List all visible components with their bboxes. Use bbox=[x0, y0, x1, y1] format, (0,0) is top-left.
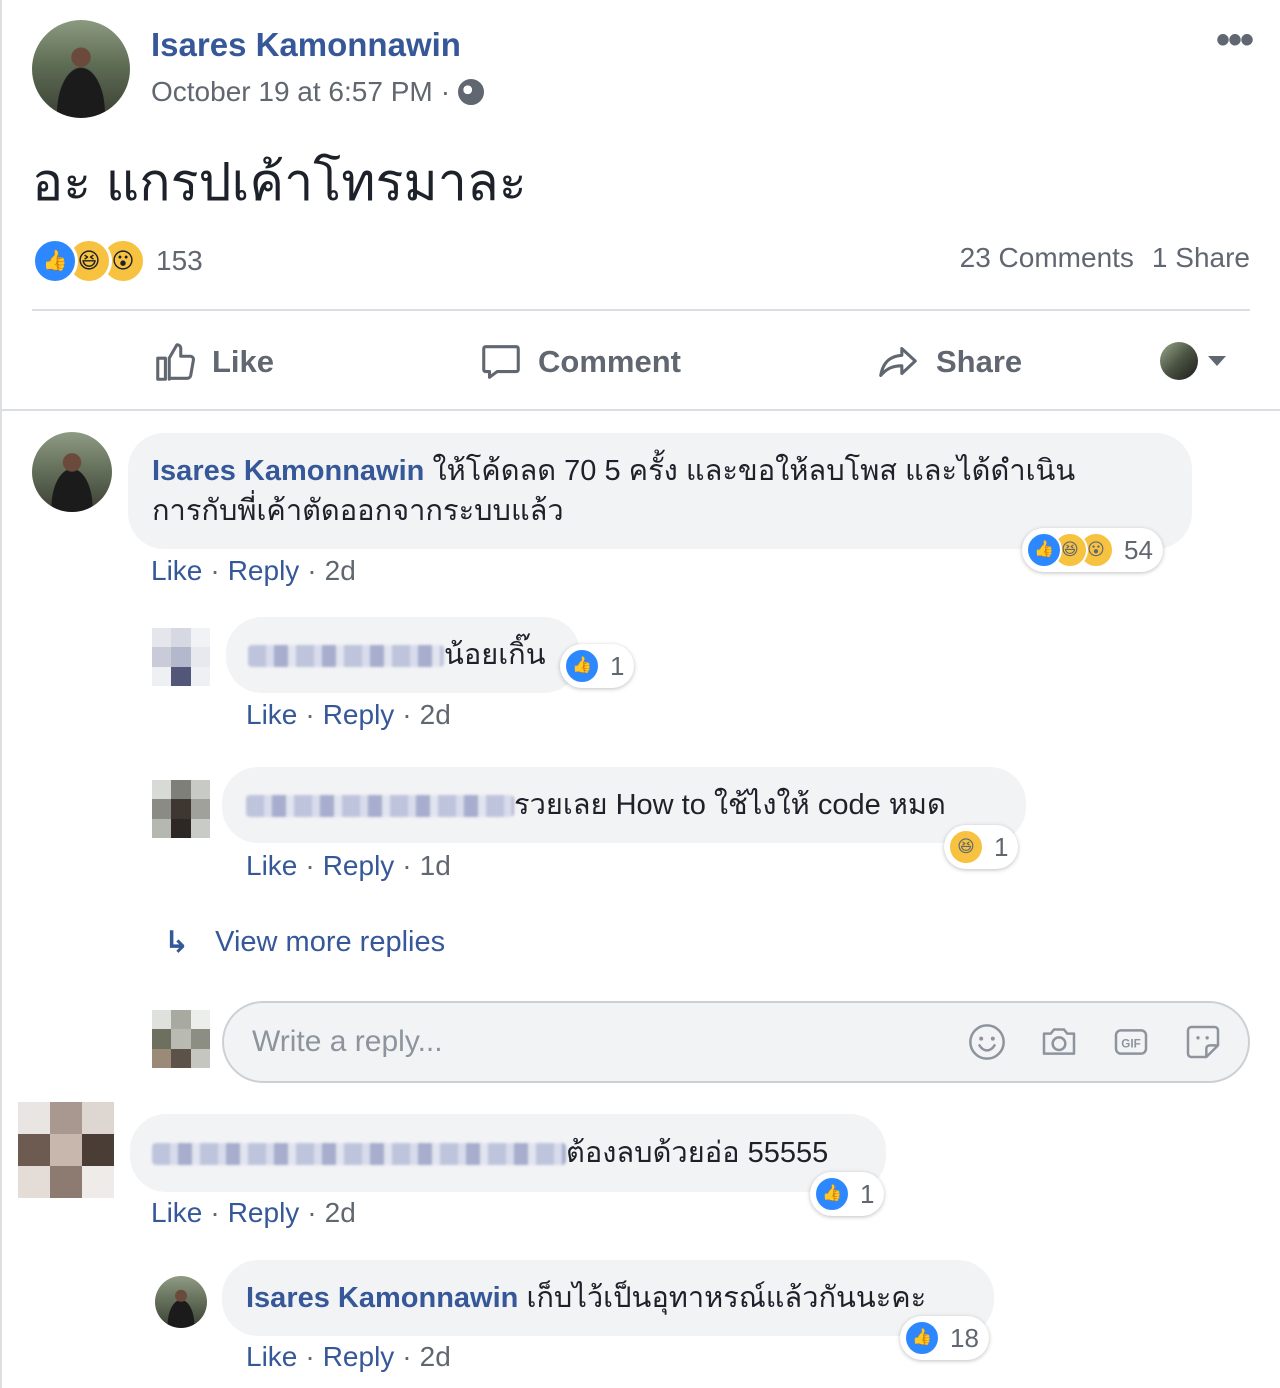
comment-text: ต้องลบด้วยอ่อ 55555 bbox=[566, 1137, 829, 1169]
comment-bubble: ต้องลบด้วยอ่อ 55555 bbox=[130, 1114, 886, 1192]
comment-reply-link[interactable]: Reply bbox=[228, 555, 300, 587]
commenter-avatar[interactable] bbox=[152, 780, 210, 838]
gif-icon[interactable]: GIF bbox=[1110, 1021, 1152, 1063]
comment-actions: Like · Reply · 2d bbox=[246, 699, 451, 731]
reaction-summary[interactable]: 👍 😆 😮 153 bbox=[32, 238, 203, 284]
comment-age[interactable]: 1d bbox=[420, 850, 451, 882]
comment-text: น้อยเกิ๊น bbox=[444, 639, 546, 671]
reaction-count: 1 bbox=[610, 650, 625, 681]
comment-reactions[interactable]: 👍 😆 😮 54 bbox=[1022, 528, 1163, 572]
reaction-count: 1 bbox=[994, 831, 1009, 862]
like-button[interactable]: Like bbox=[152, 334, 274, 390]
reply-arrow-icon: ↳ bbox=[164, 926, 190, 959]
reply-input[interactable] bbox=[250, 1024, 934, 1060]
commenter-avatar[interactable] bbox=[155, 1276, 207, 1328]
view-more-replies-label: View more replies bbox=[215, 926, 446, 958]
comment-reply-link[interactable]: Reply bbox=[323, 1341, 395, 1373]
like-reaction-icon: 👍 bbox=[814, 1176, 850, 1212]
like-button-label: Like bbox=[212, 344, 275, 379]
post-meta: October 19 at 6:57 PM · bbox=[151, 76, 485, 108]
haha-reaction-icon: 😆 bbox=[948, 829, 984, 865]
comment-reactions[interactable]: 👍 18 bbox=[900, 1316, 989, 1360]
commenter-avatar[interactable] bbox=[32, 432, 112, 512]
comment-actions: Like · Reply · 1d bbox=[246, 850, 451, 882]
comment-like-link[interactable]: Like bbox=[246, 850, 297, 882]
comment-text: การกับพี่เค้าตัดออกจากระบบแล้ว bbox=[152, 495, 564, 527]
like-reaction-icon: 👍 bbox=[32, 238, 78, 284]
like-reaction-icon: 👍 bbox=[1026, 532, 1062, 568]
viewer-avatar bbox=[152, 1010, 210, 1068]
reaction-count: 1 bbox=[860, 1178, 875, 1209]
like-reaction-icon: 👍 bbox=[564, 648, 600, 684]
card-border bbox=[0, 0, 2, 1388]
comment-reply-link[interactable]: Reply bbox=[228, 1197, 300, 1229]
comment-button[interactable]: Comment bbox=[478, 334, 681, 390]
svg-text:GIF: GIF bbox=[1121, 1037, 1140, 1050]
blurred-author-name[interactable] bbox=[246, 795, 514, 818]
comment-author-name[interactable]: Isares Kamonnawin bbox=[152, 455, 424, 487]
reply-composer[interactable]: GIF bbox=[222, 1001, 1250, 1083]
commenter-avatar[interactable] bbox=[152, 628, 210, 686]
speech-bubble-icon bbox=[478, 339, 524, 385]
comment-like-link[interactable]: Like bbox=[151, 1197, 202, 1229]
more-options-icon[interactable]: ••• bbox=[1216, 20, 1254, 60]
comment-text: ให้โค้ดลด 70 5 ครั้ง และขอให้ลบโพส และได… bbox=[432, 455, 1076, 487]
globe-icon[interactable] bbox=[458, 79, 485, 105]
commenter-avatar[interactable] bbox=[18, 1102, 114, 1198]
camera-icon[interactable] bbox=[1038, 1021, 1080, 1063]
comment-reactions[interactable]: 👍 1 bbox=[810, 1172, 885, 1216]
share-button-label: Share bbox=[936, 344, 1023, 379]
engagement-counts: 23 Comments 1 Share bbox=[960, 242, 1250, 274]
comment-reply-link[interactable]: Reply bbox=[323, 850, 395, 882]
comment-actions: Like · Reply · 2d bbox=[246, 1341, 451, 1373]
comment-like-link[interactable]: Like bbox=[151, 555, 202, 587]
sticker-icon[interactable] bbox=[1182, 1021, 1224, 1063]
comments-count-link[interactable]: 23 Comments bbox=[960, 242, 1134, 274]
comment-author-name[interactable]: Isares Kamonnawin bbox=[246, 1282, 518, 1314]
comment-button-label: Comment bbox=[538, 344, 681, 379]
post-timestamp[interactable]: October 19 at 6:57 PM bbox=[151, 76, 433, 108]
chevron-down-icon bbox=[1208, 356, 1226, 366]
comment-reply-link[interactable]: Reply bbox=[323, 699, 395, 731]
comment-age[interactable]: 2d bbox=[420, 699, 451, 731]
reaction-count: 54 bbox=[1124, 534, 1153, 565]
reaction-count: 153 bbox=[156, 245, 203, 276]
blurred-author-name[interactable] bbox=[152, 1143, 566, 1166]
reaction-count: 18 bbox=[950, 1322, 979, 1353]
share-button[interactable]: Share bbox=[874, 334, 1022, 390]
blurred-author-name[interactable] bbox=[248, 645, 444, 668]
comment-age[interactable]: 2d bbox=[420, 1341, 451, 1373]
comment-age[interactable]: 2d bbox=[325, 555, 356, 587]
comment-like-link[interactable]: Like bbox=[246, 699, 297, 731]
meta-separator: · bbox=[440, 76, 451, 107]
comment-like-link[interactable]: Like bbox=[246, 1341, 297, 1373]
comment-reactions[interactable]: 👍 1 bbox=[560, 644, 635, 688]
share-arrow-icon bbox=[874, 339, 922, 385]
comment-actions: Like · Reply · 2d bbox=[151, 555, 356, 587]
comment-text: เก็บไว้เป็นอุทาหรณ์แล้วกันนะคะ bbox=[526, 1282, 927, 1314]
divider bbox=[0, 409, 1280, 411]
post-author-name[interactable]: Isares Kamonnawin bbox=[151, 26, 461, 64]
composer-tools: GIF bbox=[966, 1021, 1224, 1063]
comment-reactions[interactable]: 😆 1 bbox=[944, 825, 1019, 869]
comment-bubble: น้อยเกิ๊น bbox=[226, 617, 580, 693]
post-as-selector[interactable] bbox=[1160, 342, 1226, 380]
comment-age[interactable]: 2d bbox=[325, 1197, 356, 1229]
view-more-replies-link[interactable]: ↳ View more replies bbox=[164, 925, 445, 960]
like-reaction-icon: 👍 bbox=[904, 1320, 940, 1356]
emoji-icon[interactable] bbox=[966, 1021, 1008, 1063]
viewer-avatar bbox=[1160, 342, 1198, 380]
divider bbox=[32, 309, 1250, 311]
author-avatar[interactable] bbox=[32, 20, 130, 118]
shares-count-link[interactable]: 1 Share bbox=[1152, 242, 1250, 274]
thumbs-up-icon bbox=[152, 339, 198, 385]
comment-bubble: Isares Kamonnawin เก็บไว้เป็นอุทาหรณ์แล้… bbox=[222, 1260, 994, 1336]
facebook-post: Isares Kamonnawin October 19 at 6:57 PM … bbox=[0, 0, 1280, 1388]
post-text: อะ แกรปเค้าโทรมาละ bbox=[32, 154, 527, 212]
comment-actions: Like · Reply · 2d bbox=[151, 1197, 356, 1229]
comment-bubble: รวยเลย How to ใช้ไงให้ code หมด bbox=[222, 767, 1026, 843]
comment-text: รวยเลย How to ใช้ไงให้ code หมด bbox=[514, 789, 946, 821]
